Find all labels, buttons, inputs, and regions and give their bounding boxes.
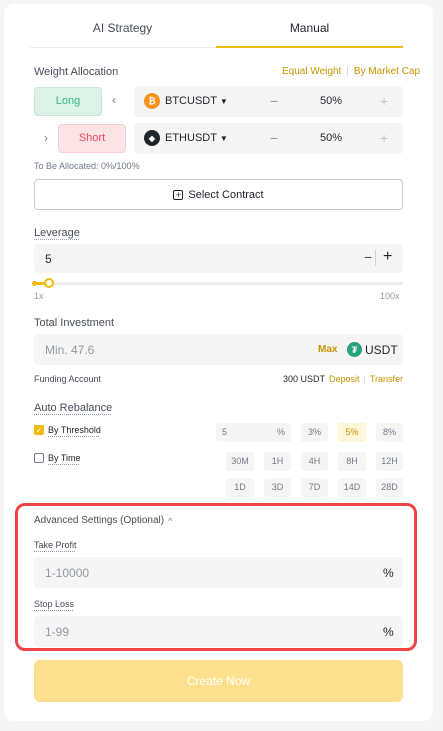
plus-icon[interactable]: + [383,248,392,266]
checkbox-icon[interactable] [34,453,44,463]
funding-row: 300 USDT Deposit | Transfer [283,374,403,384]
ethereum-icon: ◆ [144,130,160,146]
minus-icon[interactable]: − [270,130,278,146]
tab-manual[interactable]: Manual [216,16,403,48]
minus-icon[interactable]: − [364,249,372,265]
leverage-label: Leverage [34,227,80,239]
total-investment-label: Total Investment [34,317,115,329]
plus-icon[interactable]: + [380,130,388,146]
symbol-select[interactable]: BTCUSDT ▼ [165,95,228,107]
to-be-allocated-text: To Be Allocated: 0%/100% [34,161,140,171]
eth-position-row: ◆ ETHUSDT ▼ − 50% + [134,123,403,154]
by-market-cap-link[interactable]: By Market Cap [354,66,420,77]
ethereum-glyph: ◆ [148,133,156,143]
select-contract-label: Select Contract [188,188,264,201]
time-chip[interactable]: 3D [264,478,291,497]
by-threshold-option[interactable]: ✓ By Threshold [34,425,101,435]
symbol-label: ETHUSDT [165,132,217,144]
transfer-link[interactable]: Transfer [370,374,403,384]
time-chip[interactable]: 14D [338,478,366,497]
time-chip[interactable]: 28D [376,478,403,497]
create-now-button[interactable]: Create Now [34,660,403,702]
time-chip[interactable]: 7D [301,478,328,497]
time-chip[interactable]: 1D [226,478,254,497]
check-icon[interactable]: ✓ [34,425,44,435]
bitcoin-icon: ₿ [144,93,160,109]
leverage-slider-handle[interactable] [43,278,54,288]
caret-down-icon: ▼ [219,134,228,143]
take-profit-label: Take Profit [34,540,77,550]
separator: | [346,66,349,77]
by-time-label: By Time [48,453,81,463]
time-chip[interactable]: 12H [376,452,403,471]
funding-account-label: Funding Account [34,374,102,384]
tab-ai-strategy[interactable]: AI Strategy [30,16,215,48]
take-profit-placeholder: 1-10000 [45,566,90,580]
short-button[interactable]: Short [58,124,126,153]
chevron-up-icon: ^ [168,515,173,526]
select-contract-button[interactable]: + Select Contract [34,179,403,210]
threshold-input[interactable]: 5 % [216,423,291,442]
threshold-chip[interactable]: 5% [338,423,366,442]
leverage-value: 5 [45,252,52,266]
symbol-label: BTCUSDT [165,95,217,107]
add-square-icon: + [173,189,184,200]
time-chip[interactable]: 4H [301,452,328,471]
time-chip[interactable]: 30M [226,452,254,471]
auto-rebalance-label: Auto Rebalance [34,402,113,414]
stop-loss-input[interactable]: 1-99 % [34,616,403,647]
time-chip[interactable]: 8H [338,452,366,471]
leverage-max-label: 100x [380,291,400,301]
investment-placeholder: Min. 47.6 [45,343,95,357]
threshold-value: 5 [222,427,228,437]
by-time-option[interactable]: By Time [34,453,81,463]
caret-down-icon: ▼ [219,97,228,106]
deposit-link[interactable]: Deposit [329,374,360,384]
chevron-right-icon[interactable]: › [36,131,56,145]
percent-unit: % [383,625,394,639]
chevron-left-icon[interactable]: ‹ [104,93,124,107]
stop-loss-label: Stop Loss [34,599,75,609]
long-button[interactable]: Long [34,87,102,116]
max-button[interactable]: Max [318,344,337,355]
weight-percent[interactable]: 50% [320,132,342,144]
advanced-settings-label: Advanced Settings (Optional) [34,515,165,526]
btc-position-row: ₿ BTCUSDT ▼ − 50% + [134,86,403,117]
weight-mode-links: Equal Weight | By Market Cap [282,66,420,77]
funding-amount: 300 USDT [283,374,326,384]
advanced-settings-toggle[interactable]: Advanced Settings (Optional) ^ [34,515,172,526]
mode-tabs: AI Strategy Manual [30,16,403,48]
separator: | [363,374,366,384]
weight-allocation-label: Weight Allocation [34,66,119,78]
leverage-slider-track[interactable] [32,278,403,288]
currency-label: USDT [365,343,398,357]
leverage-min-label: 1x [34,291,44,301]
threshold-chip[interactable]: 8% [376,423,403,442]
divider [375,250,376,266]
stop-loss-placeholder: 1-99 [45,625,70,639]
time-chip[interactable]: 1H [264,452,291,471]
equal-weight-link[interactable]: Equal Weight [282,66,341,77]
slider-start-dot [32,281,37,286]
minus-icon[interactable]: − [270,93,278,109]
symbol-select[interactable]: ETHUSDT ▼ [165,132,228,144]
bitcoin-glyph: ₿ [148,96,156,106]
leverage-input[interactable]: 5 − + [34,244,403,273]
threshold-unit: % [276,427,285,437]
plus-icon[interactable]: + [380,93,388,109]
take-profit-input[interactable]: 1-10000 % [34,557,403,588]
by-threshold-label: By Threshold [48,425,101,435]
percent-unit: % [383,566,394,580]
weight-percent[interactable]: 50% [320,95,342,107]
tether-icon: ₮ [347,342,362,357]
threshold-chip[interactable]: 3% [301,423,328,442]
investment-input[interactable]: Min. 47.6 Max ₮ USDT [34,334,403,365]
